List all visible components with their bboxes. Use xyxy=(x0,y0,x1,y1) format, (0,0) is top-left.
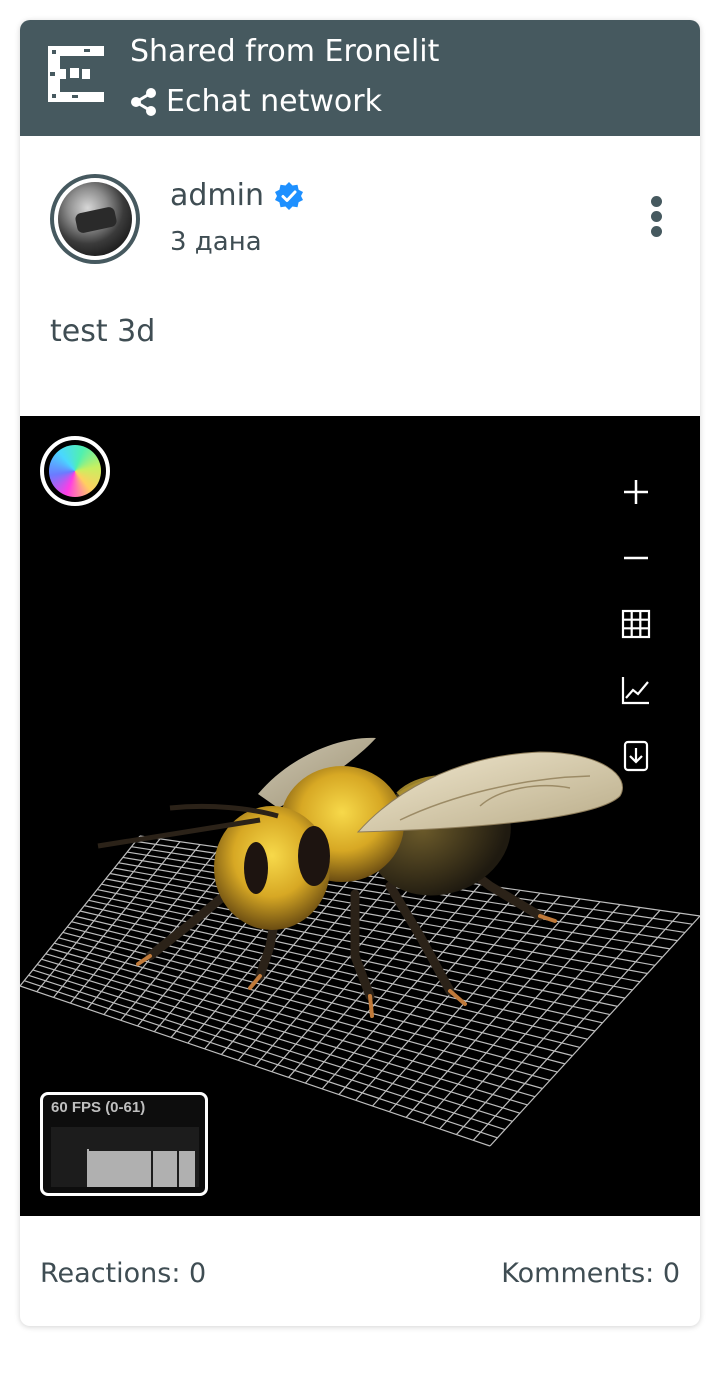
model-viewer[interactable]: 60 FPS (0-61) xyxy=(20,416,700,1216)
share-network[interactable]: Echat network xyxy=(130,84,382,120)
share-title: Shared from Eronelit xyxy=(130,34,440,69)
zoom-out-icon[interactable] xyxy=(616,538,656,578)
viewer-toolbar xyxy=(616,472,656,802)
reactions-count[interactable]: Reactions: 0 xyxy=(40,1254,206,1294)
comments-count[interactable]: Komments: 0 xyxy=(501,1254,680,1294)
download-icon[interactable] xyxy=(616,736,656,776)
author-name-label: admin xyxy=(170,178,264,213)
share-icon xyxy=(131,88,156,116)
author-name[interactable]: admin xyxy=(170,176,304,216)
avatar-image xyxy=(58,182,132,256)
post-text: test 3d xyxy=(50,314,156,349)
share-header: Shared from Eronelit Echat network xyxy=(20,20,700,136)
chart-icon[interactable] xyxy=(616,670,656,710)
share-network-label: Echat network xyxy=(166,84,382,119)
post-time[interactable]: 3 дана xyxy=(170,225,262,259)
more-options-icon[interactable] xyxy=(644,196,668,240)
verified-icon xyxy=(275,182,303,210)
grid-icon[interactable] xyxy=(616,604,656,644)
eronelit-logo-icon xyxy=(48,46,104,102)
avatar[interactable] xyxy=(50,174,140,264)
fps-label: 60 FPS (0-61) xyxy=(51,1099,146,1116)
fps-graph xyxy=(51,1127,199,1187)
post-card: Shared from Eronelit Echat network admin… xyxy=(20,20,700,1326)
zoom-in-icon[interactable] xyxy=(616,472,656,512)
fps-monitor: 60 FPS (0-61) xyxy=(40,1092,208,1196)
color-picker-button[interactable] xyxy=(40,436,110,506)
